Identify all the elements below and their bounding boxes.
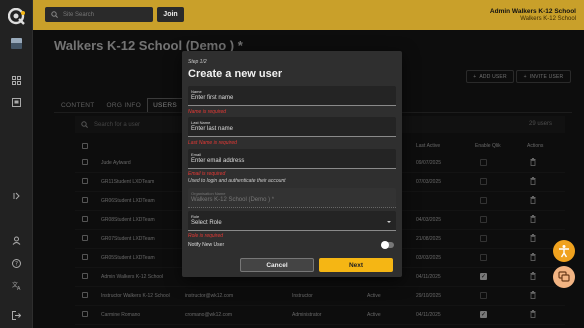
- dialog-title: Create a new user: [188, 68, 283, 80]
- email-help: Used to login and authenticate their acc…: [188, 178, 286, 184]
- first-name-value: Enter first name: [191, 95, 234, 101]
- search-icon: [51, 11, 58, 18]
- first-name-label: Name: [191, 89, 202, 94]
- email-label: Email: [191, 152, 202, 157]
- organisation-value: Walkers K-12 School (Demo ) *: [191, 197, 275, 203]
- account-icon[interactable]: [0, 233, 33, 247]
- organisation-field: Organisation Name Walkers K-12 School (D…: [188, 188, 396, 208]
- site-search-input[interactable]: Site Search: [45, 7, 153, 22]
- translate-icon[interactable]: 文A: [0, 278, 33, 292]
- expand-rail-icon[interactable]: [0, 189, 33, 203]
- role-error: Role is required: [188, 233, 224, 239]
- create-user-dialog: Step 1/2 Create a new user Name Enter fi…: [182, 51, 402, 277]
- chat-icon: [558, 271, 570, 282]
- app-logo-icon[interactable]: [8, 8, 26, 26]
- role-value: Select Role: [191, 220, 222, 226]
- logout-icon[interactable]: [0, 308, 33, 322]
- accessibility-button[interactable]: [553, 240, 575, 262]
- site-search-placeholder: Site Search: [63, 11, 95, 18]
- org-avatar[interactable]: [0, 36, 33, 50]
- dashboard-icon[interactable]: [0, 73, 33, 87]
- last-name-field[interactable]: Last Name Enter last name: [188, 117, 396, 137]
- notify-toggle[interactable]: [381, 241, 394, 249]
- next-button[interactable]: Next: [319, 258, 393, 272]
- join-button[interactable]: Join: [157, 7, 184, 22]
- step-indicator: Step 1/2: [188, 59, 207, 65]
- admin-org: Walkers K-12 School: [520, 16, 576, 22]
- email-value: Enter email address: [191, 158, 245, 164]
- last-name-label: Last Name: [191, 120, 211, 125]
- chevron-down-icon: [387, 221, 391, 223]
- first-name-field[interactable]: Name Enter first name: [188, 86, 396, 106]
- svg-text:?: ?: [15, 260, 18, 267]
- top-bar: Site Search Join Admin Walkers K-12 Scho…: [33, 0, 584, 30]
- library-icon[interactable]: [0, 95, 33, 109]
- user-menu[interactable]: Admin Walkers K-12 School Walkers K-12 S…: [490, 8, 576, 22]
- accessibility-icon: [559, 245, 569, 258]
- role-select[interactable]: Role Select Role: [188, 211, 396, 231]
- cancel-button[interactable]: Cancel: [240, 258, 314, 272]
- chat-button[interactable]: [553, 266, 575, 288]
- first-name-error: Name is required: [188, 109, 227, 115]
- left-rail: ? 文A: [0, 0, 33, 328]
- email-field[interactable]: Email Enter email address: [188, 149, 396, 169]
- last-name-value: Enter last name: [191, 126, 234, 132]
- notify-label: Notify New User: [188, 242, 225, 248]
- svg-text:A: A: [17, 286, 21, 290]
- admin-name: Admin Walkers K-12 School: [489, 8, 576, 15]
- last-name-error: Last Name is required: [188, 140, 237, 146]
- email-error: Email is required: [188, 171, 226, 177]
- help-icon[interactable]: ?: [0, 256, 33, 270]
- role-label: Role: [191, 214, 200, 219]
- organisation-label: Organisation Name: [191, 191, 226, 196]
